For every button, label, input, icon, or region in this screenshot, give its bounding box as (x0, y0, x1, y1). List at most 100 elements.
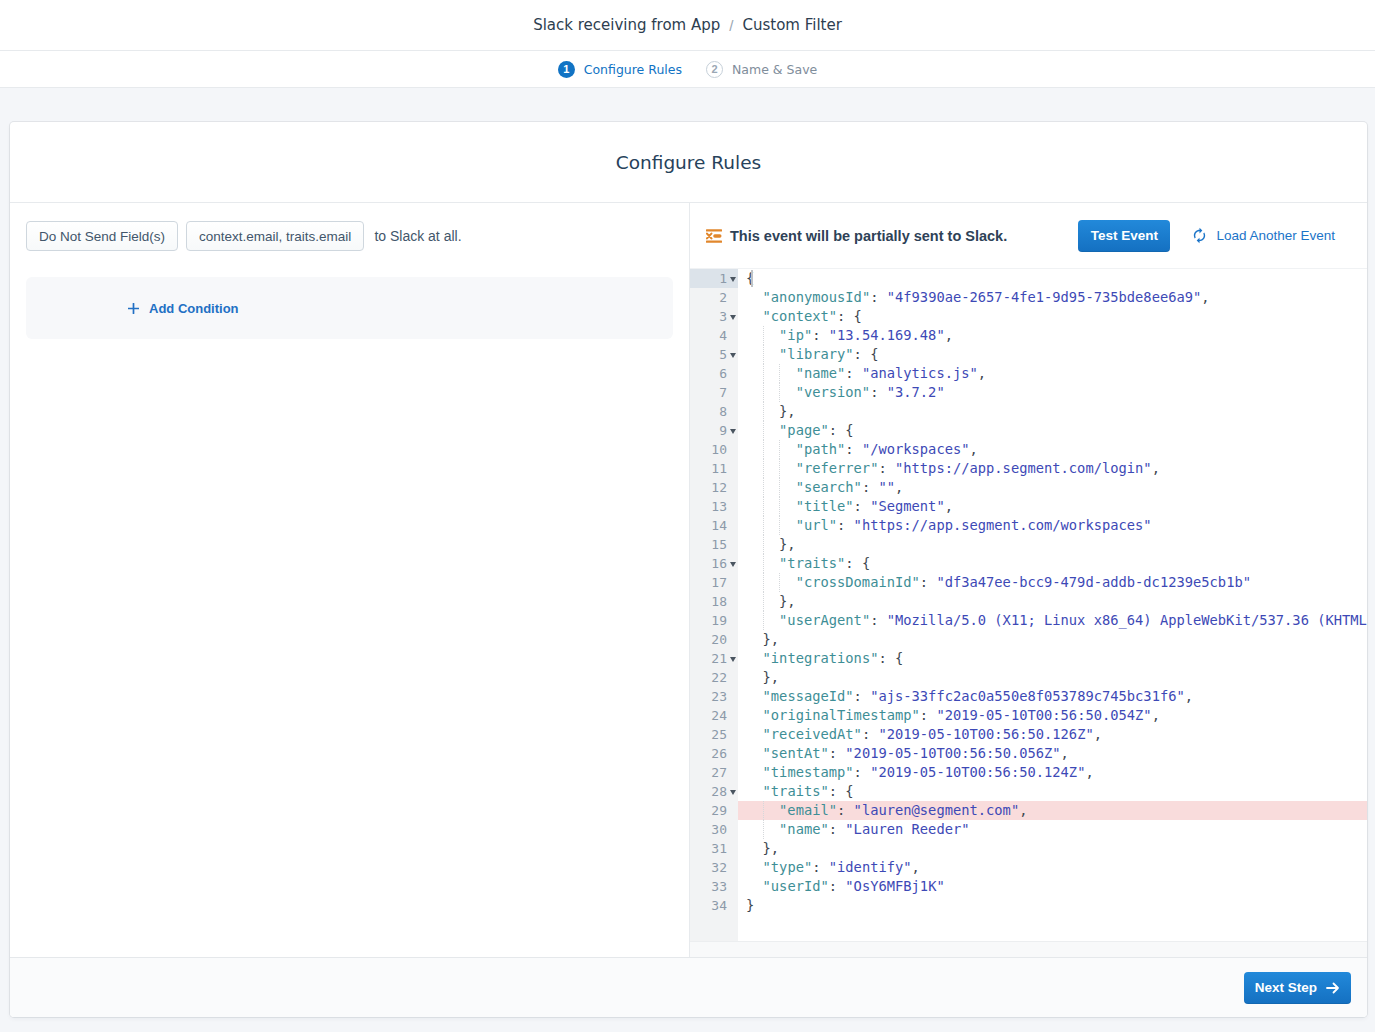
gutter-line-number: 16 (690, 554, 738, 573)
gutter-line-number: 33 (690, 877, 738, 896)
gutter-line-number: 10 (690, 440, 738, 459)
code-line: "type": "identify", (746, 858, 1367, 877)
card-footer: Next Step (10, 957, 1367, 1017)
breadcrumb-separator: / (729, 17, 733, 34)
fold-toggle-icon[interactable] (730, 315, 736, 320)
gutter-line-number: 31 (690, 839, 738, 858)
gutter-line-number: 20 (690, 630, 738, 649)
code-line: }, (746, 668, 1367, 687)
code-line: "originalTimestamp": "2019-05-10T00:56:5… (746, 706, 1367, 725)
gutter-line-number: 12 (690, 478, 738, 497)
configure-rules-card: Configure Rules Do Not Send Field(s) con… (10, 122, 1367, 1017)
gutter-line-number: 17 (690, 573, 738, 592)
code-line: "library": { (746, 345, 1367, 364)
breadcrumb-current-page: Custom Filter (742, 16, 841, 34)
gutter-line-number: 18 (690, 592, 738, 611)
code-line: "name": "analytics.js", (746, 364, 1367, 383)
gutter-line-number: 6 (690, 364, 738, 383)
gutter-line-number: 25 (690, 725, 738, 744)
gutter-line-number: 23 (690, 687, 738, 706)
step-2-badge: 2 (706, 61, 723, 78)
code-line: }, (746, 592, 1367, 611)
code-line: "version": "3.7.2" (746, 383, 1367, 402)
filter-rules-panel: Do Not Send Field(s) context.email, trai… (10, 203, 690, 957)
next-step-button[interactable]: Next Step (1244, 972, 1351, 1004)
step-2-label: Name & Save (732, 62, 817, 77)
code-line: "context": { (746, 307, 1367, 326)
breadcrumb-bar: Slack receiving from App / Custom Filter (0, 0, 1375, 51)
code-line: "userAgent": "Mozilla/5.0 (X11; Linux x8… (746, 611, 1367, 630)
gutter-line-number: 22 (690, 668, 738, 687)
add-condition-button[interactable]: Add Condition (128, 301, 239, 316)
add-condition-area: Add Condition (26, 277, 673, 339)
fold-toggle-icon[interactable] (730, 277, 736, 282)
add-condition-label: Add Condition (149, 301, 239, 316)
fold-toggle-icon[interactable] (730, 353, 736, 358)
code-line: { (746, 269, 1367, 288)
page-title: Configure Rules (616, 152, 761, 173)
wizard-stepper: 1 Configure Rules 2 Name & Save (0, 51, 1375, 88)
gutter-line-number: 8 (690, 402, 738, 421)
filter-suffix-text: to Slack at all. (374, 228, 461, 244)
code-line: "title": "Segment", (746, 497, 1367, 516)
gutter-line-number: 26 (690, 744, 738, 763)
gutter-line-number: 11 (690, 459, 738, 478)
editor-gutter: 1234567891011121314151617181920212223242… (690, 269, 738, 941)
code-line: "integrations": { (746, 649, 1367, 668)
code-line: "timestamp": "2019-05-10T00:56:50.124Z", (746, 763, 1367, 782)
step-name-and-save[interactable]: 2 Name & Save (706, 61, 817, 78)
gutter-line-number: 13 (690, 497, 738, 516)
code-line: }, (746, 839, 1367, 858)
gutter-line-number: 14 (690, 516, 738, 535)
filter-action-select[interactable]: Do Not Send Field(s) (26, 221, 178, 251)
gutter-line-number: 30 (690, 820, 738, 839)
gutter-line-number: 28 (690, 782, 738, 801)
gutter-line-number: 4 (690, 326, 738, 345)
step-1-label: Configure Rules (584, 62, 682, 77)
code-line: }, (746, 630, 1367, 649)
code-line: "crossDomainId": "df3a47ee-bcc9-479d-add… (746, 573, 1367, 592)
event-preview-panel: This event will be partially sent to Sla… (690, 203, 1367, 957)
code-line: "traits": { (746, 554, 1367, 573)
code-line: "search": "", (746, 478, 1367, 497)
code-line: "page": { (746, 421, 1367, 440)
code-line: }, (746, 402, 1367, 421)
code-line: }, (746, 535, 1367, 554)
code-line: "ip": "13.54.169.48", (746, 326, 1367, 345)
json-event-editor[interactable]: 1234567891011121314151617181920212223242… (690, 268, 1367, 941)
fold-toggle-icon[interactable] (730, 657, 736, 662)
filter-fields-select[interactable]: context.email, traits.email (186, 221, 364, 251)
load-another-event-link[interactable]: Load Another Event (1191, 227, 1335, 244)
filter-rule-row: Do Not Send Field(s) context.email, trai… (26, 221, 673, 251)
step-configure-rules[interactable]: 1 Configure Rules (558, 61, 682, 78)
gutter-line-number: 9 (690, 421, 738, 440)
gutter-line-number: 5 (690, 345, 738, 364)
preview-header: This event will be partially sent to Sla… (690, 203, 1367, 268)
gutter-line-number: 3 (690, 307, 738, 326)
fold-toggle-icon[interactable] (730, 429, 736, 434)
gutter-line-number: 7 (690, 383, 738, 402)
test-event-button[interactable]: Test Event (1078, 220, 1170, 252)
refresh-icon (1191, 227, 1208, 244)
arrow-right-icon (1326, 982, 1340, 994)
card-body: Do Not Send Field(s) context.email, trai… (10, 203, 1367, 957)
gutter-line-number: 21 (690, 649, 738, 668)
gutter-line-number: 27 (690, 763, 738, 782)
code-line: "traits": { (746, 782, 1367, 801)
gutter-line-number: 19 (690, 611, 738, 630)
breadcrumb-source-link[interactable]: Slack receiving from App (533, 16, 720, 34)
gutter-line-number: 2 (690, 288, 738, 307)
code-line: "userId": "OsY6MFBj1K" (746, 877, 1367, 896)
editor-horizontal-scrollbar[interactable] (690, 941, 1367, 957)
gutter-line-number: 15 (690, 535, 738, 554)
gutter-line-number: 32 (690, 858, 738, 877)
gutter-line-number: 29 (690, 801, 738, 820)
fold-toggle-icon[interactable] (730, 562, 736, 567)
next-step-label: Next Step (1255, 980, 1317, 995)
code-line: "messageId": "ajs-33ffc2ac0a550e8f053789… (746, 687, 1367, 706)
fold-toggle-icon[interactable] (730, 790, 736, 795)
editor-code-area: { "anonymousId": "4f9390ae-2657-4fe1-9d9… (738, 269, 1367, 941)
code-line: "path": "/workspaces", (746, 440, 1367, 459)
code-line: "receivedAt": "2019-05-10T00:56:50.126Z"… (746, 725, 1367, 744)
filtered-list-icon (706, 228, 722, 244)
